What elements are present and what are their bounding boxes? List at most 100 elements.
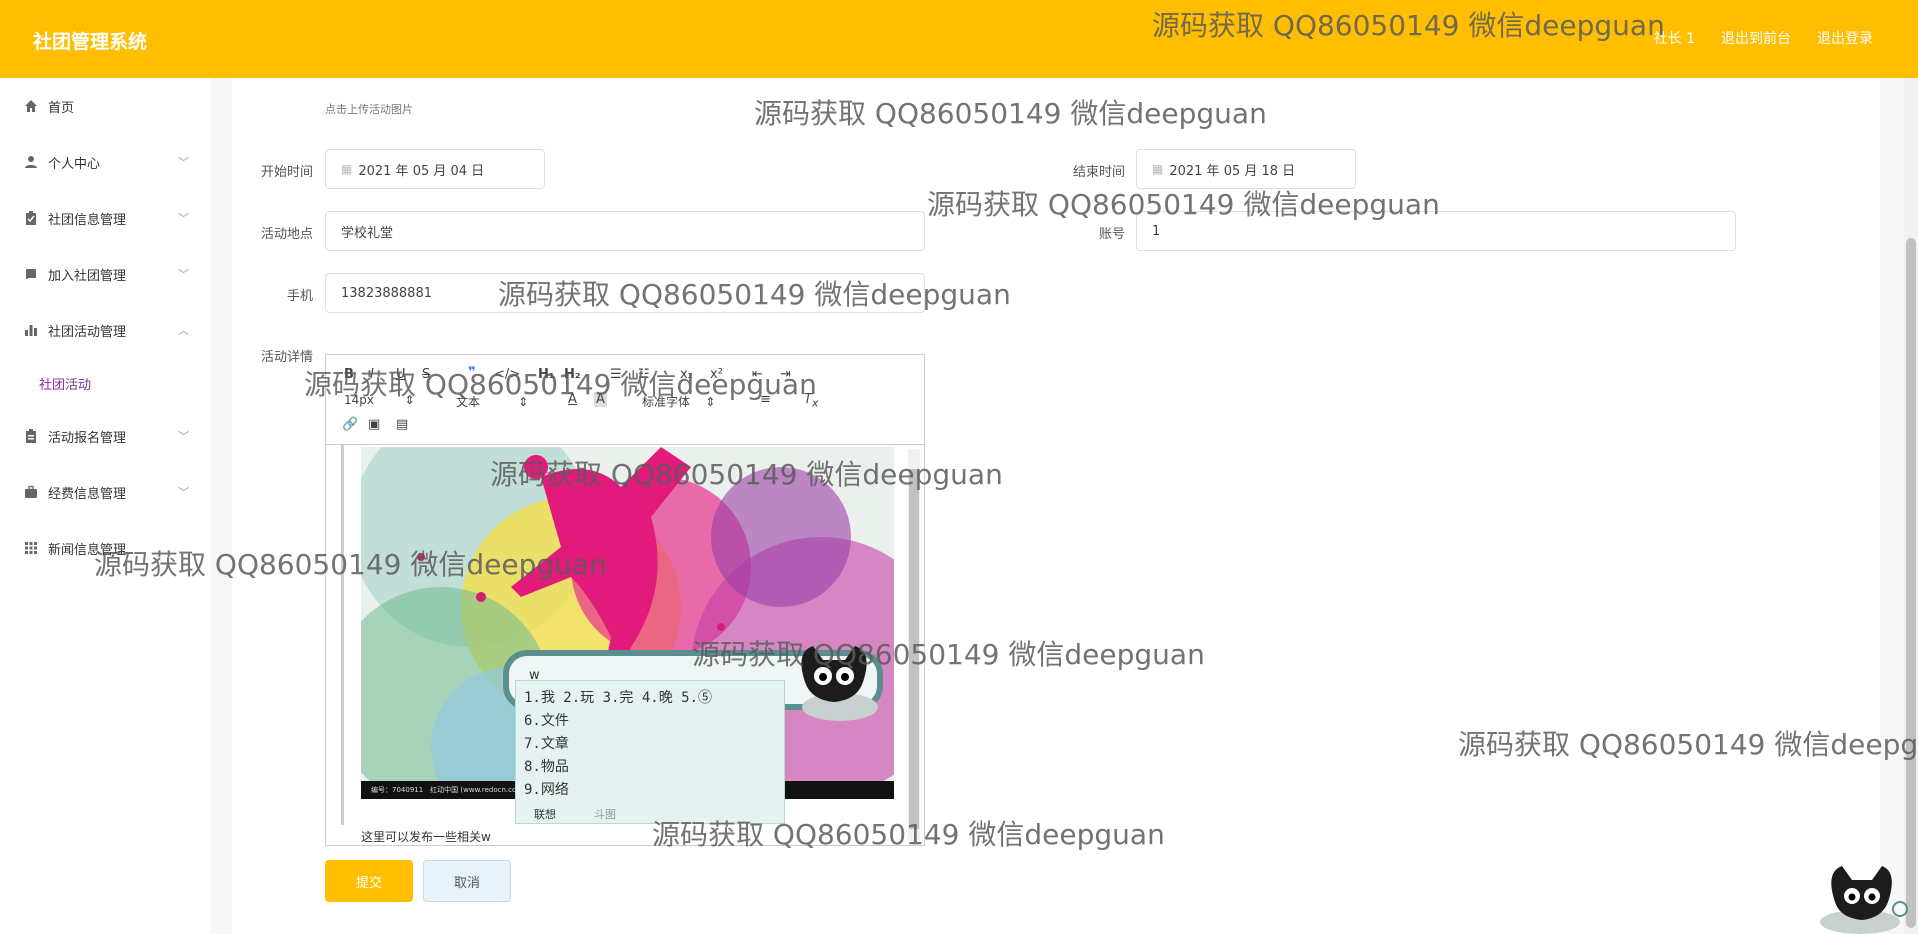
cancel-button[interactable]: 取消 (423, 860, 511, 902)
underline-icon[interactable]: U (396, 367, 406, 382)
heading1-icon[interactable]: H₁ (538, 367, 555, 382)
chevron-down-icon: ﹀ (178, 268, 189, 281)
heading2-icon[interactable]: H₂ (564, 367, 581, 382)
phone-input[interactable]: 13823888881 (325, 273, 925, 313)
subscript-icon[interactable]: x₂ (680, 367, 693, 382)
ime-candidate[interactable]: 6.文件 (524, 710, 569, 730)
calendar-icon: ▦ (341, 162, 353, 176)
top-header: 社团管理系统 社长 1 退出到前台 退出登录 (0, 0, 1918, 78)
briefcase-icon (24, 485, 38, 499)
sidebar-item-news[interactable]: 新闻信息管理 (0, 528, 210, 568)
strikethrough-icon[interactable]: S (422, 367, 430, 382)
submit-button[interactable]: 提交 (325, 860, 413, 902)
ime-candidate[interactable]: 8.物品 (524, 756, 569, 776)
video-icon[interactable]: ▤ (396, 417, 408, 432)
header-links: 社长 1 退出到前台 退出登录 (1654, 28, 1873, 48)
sidebar-item-label: 个人中心 (48, 156, 101, 172)
block-type-value: 文本 (456, 395, 481, 409)
bold-icon[interactable]: B (344, 367, 354, 382)
block-type-select[interactable]: 文本 ⇕ (456, 393, 528, 410)
start-date-field[interactable]: ▦ 2021 年 05 月 04 日 (325, 149, 545, 189)
end-date-value: 2021 年 05 月 18 日 (1169, 163, 1296, 179)
user-menu-link[interactable]: 社长 1 (1654, 28, 1695, 48)
font-size-select[interactable]: 14px ⇕ (344, 393, 415, 407)
location-label: 活动地点 (260, 227, 313, 242)
ime-mascot-icon (801, 646, 878, 721)
location-input[interactable]: 学校礼堂 (325, 211, 925, 251)
user-icon (24, 155, 38, 169)
quote-icon[interactable]: ❞ (468, 365, 476, 380)
book-icon (24, 267, 38, 281)
blockquote-bar (341, 445, 344, 825)
grid-icon (24, 541, 38, 555)
sidebar-item-club-info[interactable]: 社团信息管理 ﹀ (0, 198, 210, 238)
ime-candidate[interactable]: 9.网络 (524, 779, 569, 799)
sidebar-item-activity[interactable]: 社团活动管理 ︿ (0, 310, 210, 350)
sidebar-item-label: 加入社团管理 (48, 268, 127, 284)
background-color-icon[interactable]: A (594, 392, 607, 407)
sidebar-item-join-club[interactable]: 加入社团管理 ﹀ (0, 254, 210, 294)
chevron-down-icon: ﹀ (178, 430, 189, 443)
ime-candidate-popup: w 1.我 2.玩 3.完 4.晚 5.⑤ 6.文件 7.文章 8.物品 9.网… (503, 646, 883, 824)
calendar-icon: ▦ (1152, 162, 1164, 176)
chevron-down-icon: ﹀ (178, 486, 189, 499)
bullet-list-icon[interactable]: ☷ (638, 367, 650, 382)
sidebar-item-label: 新闻信息管理 (48, 542, 127, 558)
end-date-field[interactable]: ▦ 2021 年 05 月 18 日 (1136, 149, 1356, 189)
ime-candidate[interactable]: 7.文章 (524, 733, 569, 753)
italic-icon[interactable]: I (370, 367, 374, 382)
editor-scrollbar[interactable] (908, 449, 920, 841)
sidebar-item-signup[interactable]: 活动报名管理 ﹀ (0, 416, 210, 456)
sidebar-item-label: 首页 (48, 100, 75, 116)
image-icon[interactable]: ▣ (368, 417, 380, 432)
bar-chart-icon (24, 323, 38, 337)
clipboard-icon (24, 429, 38, 443)
chevron-down-icon: ﹀ (178, 212, 189, 225)
font-family-value: 标准字体 (642, 395, 691, 409)
account-label: 账号 (1098, 227, 1125, 242)
home-icon (24, 99, 38, 113)
account-input[interactable]: 1 (1136, 211, 1736, 251)
phone-label: 手机 (286, 289, 313, 304)
logout-link[interactable]: 退出登录 (1817, 28, 1873, 48)
start-date-value: 2021 年 05 月 04 日 (358, 163, 485, 179)
frontend-link[interactable]: 退出到前台 (1721, 28, 1791, 48)
sidebar-item-profile[interactable]: 个人中心 ﹀ (0, 142, 210, 182)
ime-tab-sticker[interactable]: 斗图 (594, 806, 616, 822)
end-time-label: 结束时间 (1072, 165, 1125, 180)
link-icon[interactable]: 🔗 (342, 417, 358, 432)
align-icon[interactable]: ≡ (760, 392, 771, 407)
sidebar-subitem-activity[interactable]: 社团活动 (39, 374, 91, 393)
sidebar-item-label: 社团活动管理 (48, 324, 127, 340)
clear-format-icon[interactable]: Tx (804, 392, 818, 410)
upload-hint[interactable]: 点击上传活动图片 (325, 101, 413, 117)
ime-candidate-row[interactable]: 1.我 2.玩 3.完 4.晚 5.⑤ (524, 687, 712, 707)
ime-tab-suggest[interactable]: 联想 (534, 806, 556, 822)
chevron-up-icon: ︿ (178, 324, 189, 337)
app-title: 社团管理系统 (33, 31, 148, 53)
font-family-select[interactable]: 标准字体 ⇕ (642, 393, 715, 410)
page-scrollbar[interactable] (1904, 78, 1918, 934)
editor-text: 这里可以发布一些相关w (361, 830, 491, 844)
sidebar: 首页 个人中心 ﹀ 社团信息管理 ﹀ 加入社团管理 ﹀ 社团活动管理 ︿ 社团活… (0, 78, 210, 934)
superscript-icon[interactable]: x² (710, 367, 723, 382)
clipboard-icon (24, 211, 38, 225)
sidebar-item-funds[interactable]: 经费信息管理 ﹀ (0, 472, 210, 512)
indent-icon[interactable]: ⇥ (780, 367, 791, 382)
sidebar-item-label: 社团信息管理 (48, 212, 127, 228)
font-color-icon[interactable]: A (568, 392, 577, 407)
sidebar-item-label: 经费信息管理 (48, 486, 127, 502)
ime-tabs: 联想 斗图 (516, 803, 786, 823)
chevron-down-icon: ﹀ (178, 156, 189, 169)
start-time-label: 开始时间 (260, 165, 313, 180)
sidebar-item-home[interactable]: 首页 (0, 86, 210, 126)
detail-label: 活动详情 (260, 350, 313, 365)
code-icon[interactable]: </> (494, 367, 520, 382)
font-size-value: 14px (344, 393, 374, 407)
ime-candidate-list: 1.我 2.玩 3.完 4.晚 5.⑤ 6.文件 7.文章 8.物品 9.网络 … (515, 680, 785, 824)
ime-status-mascot-icon[interactable] (1810, 864, 1910, 934)
editor-toolbar: B I U S ❞ </> H₁ H₂ ☰ ☷ x₂ x² ⇤ ⇥ 14px ⇕… (326, 355, 924, 445)
sidebar-item-label: 活动报名管理 (48, 430, 127, 446)
ordered-list-icon[interactable]: ☰ (610, 367, 622, 382)
outdent-icon[interactable]: ⇤ (752, 367, 763, 382)
